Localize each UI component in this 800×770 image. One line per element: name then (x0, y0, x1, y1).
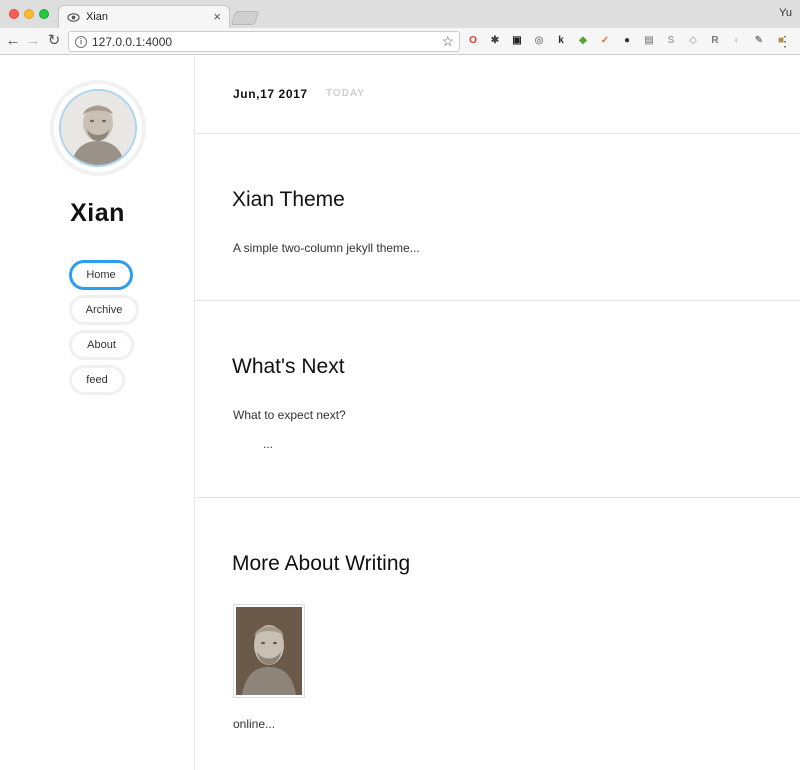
bust-icon (236, 607, 302, 695)
tab-strip: Xian × Yu (0, 0, 800, 29)
bookmark-star-icon[interactable]: ☆ (441, 33, 454, 50)
forward-arrow-icon[interactable]: → (24, 32, 42, 50)
post-ellipsis: ... (263, 437, 274, 451)
ring-icon[interactable]: ◎ (532, 34, 546, 48)
avatar[interactable] (50, 80, 146, 176)
nav-feed[interactable]: feed (69, 365, 125, 395)
bars-icon[interactable]: ▤ (642, 34, 656, 48)
post-title[interactable]: What's Next (232, 355, 345, 379)
minimize-window-button[interactable] (24, 9, 34, 19)
nav-home[interactable]: Home (69, 260, 133, 290)
tab-title: Xian (86, 11, 109, 23)
avatar-image (59, 89, 137, 167)
orange-check-icon[interactable]: ✓ (598, 34, 612, 48)
info-icon[interactable]: i (75, 36, 87, 48)
address-bar[interactable]: i 127.0.0.1:4000 ☆ (68, 31, 460, 52)
post-excerpt: What to expect next? (233, 408, 346, 422)
new-tab-button[interactable] (230, 11, 260, 25)
k-icon[interactable]: k (554, 34, 568, 48)
tab-close-icon[interactable]: × (213, 9, 221, 24)
nav-archive[interactable]: Archive (69, 295, 139, 325)
post-excerpt: A simple two-column jekyll theme... (233, 241, 420, 255)
profile-name[interactable]: Yu (779, 7, 792, 19)
penguin-icon[interactable]: ● (620, 34, 634, 48)
post-card: More About Writing online... (196, 498, 800, 770)
today-label: TODAY (326, 88, 365, 99)
r-icon[interactable]: R (708, 34, 722, 48)
browser-toolbar: ← → ↻ i 127.0.0.1:4000 ☆ O ✱ ▣ ◎ k ◆ ✓ ● ▤ S ◇ R ◐ ✎ ■… (0, 28, 800, 55)
bust-icon (61, 91, 135, 165)
more-menu-icon[interactable]: ⋮ (778, 33, 792, 50)
sidebar: Xian Home Archive About feed (0, 56, 195, 770)
leaf-icon[interactable]: ◆ (576, 34, 590, 48)
site-title[interactable]: Xian (0, 199, 195, 228)
nav-about[interactable]: About (69, 330, 134, 360)
post-excerpt: online... (233, 717, 276, 731)
circle-icon[interactable]: ◐ (730, 34, 744, 48)
url-text[interactable]: 127.0.0.1:4000 (92, 35, 172, 49)
browser-tab[interactable]: Xian × (58, 5, 230, 29)
opera-icon[interactable]: O (466, 34, 480, 48)
tab-icon[interactable]: ▣ (510, 34, 524, 48)
post-card: What's Next What to expect next? ... (196, 301, 800, 498)
main-content: Jun,17 2017 TODAY Xian Theme A simple tw… (196, 56, 800, 770)
shield-icon[interactable]: ◇ (686, 34, 700, 48)
close-window-button[interactable] (9, 9, 19, 19)
eye-icon (67, 13, 80, 22)
post-image (233, 604, 305, 698)
zoom-window-button[interactable] (39, 9, 49, 19)
sparkle-icon[interactable]: ✱ (488, 34, 502, 48)
post-title[interactable]: Xian Theme (232, 188, 345, 212)
extensions-bar: O ✱ ▣ ◎ k ◆ ✓ ● ▤ S ◇ R ◐ ✎ ■ (466, 34, 788, 50)
post-meta: Jun,17 2017 TODAY (196, 56, 800, 134)
post-date: Jun,17 2017 (233, 87, 308, 101)
pen-icon[interactable]: ✎ (752, 34, 766, 48)
reload-icon[interactable]: ↻ (45, 32, 63, 50)
post-card: Xian Theme A simple two-column jekyll th… (196, 134, 800, 301)
post-title[interactable]: More About Writing (232, 552, 410, 576)
back-arrow-icon[interactable]: ← (4, 32, 22, 50)
sidebar-nav: Home Archive About feed (69, 260, 139, 400)
s-icon[interactable]: S (664, 34, 678, 48)
